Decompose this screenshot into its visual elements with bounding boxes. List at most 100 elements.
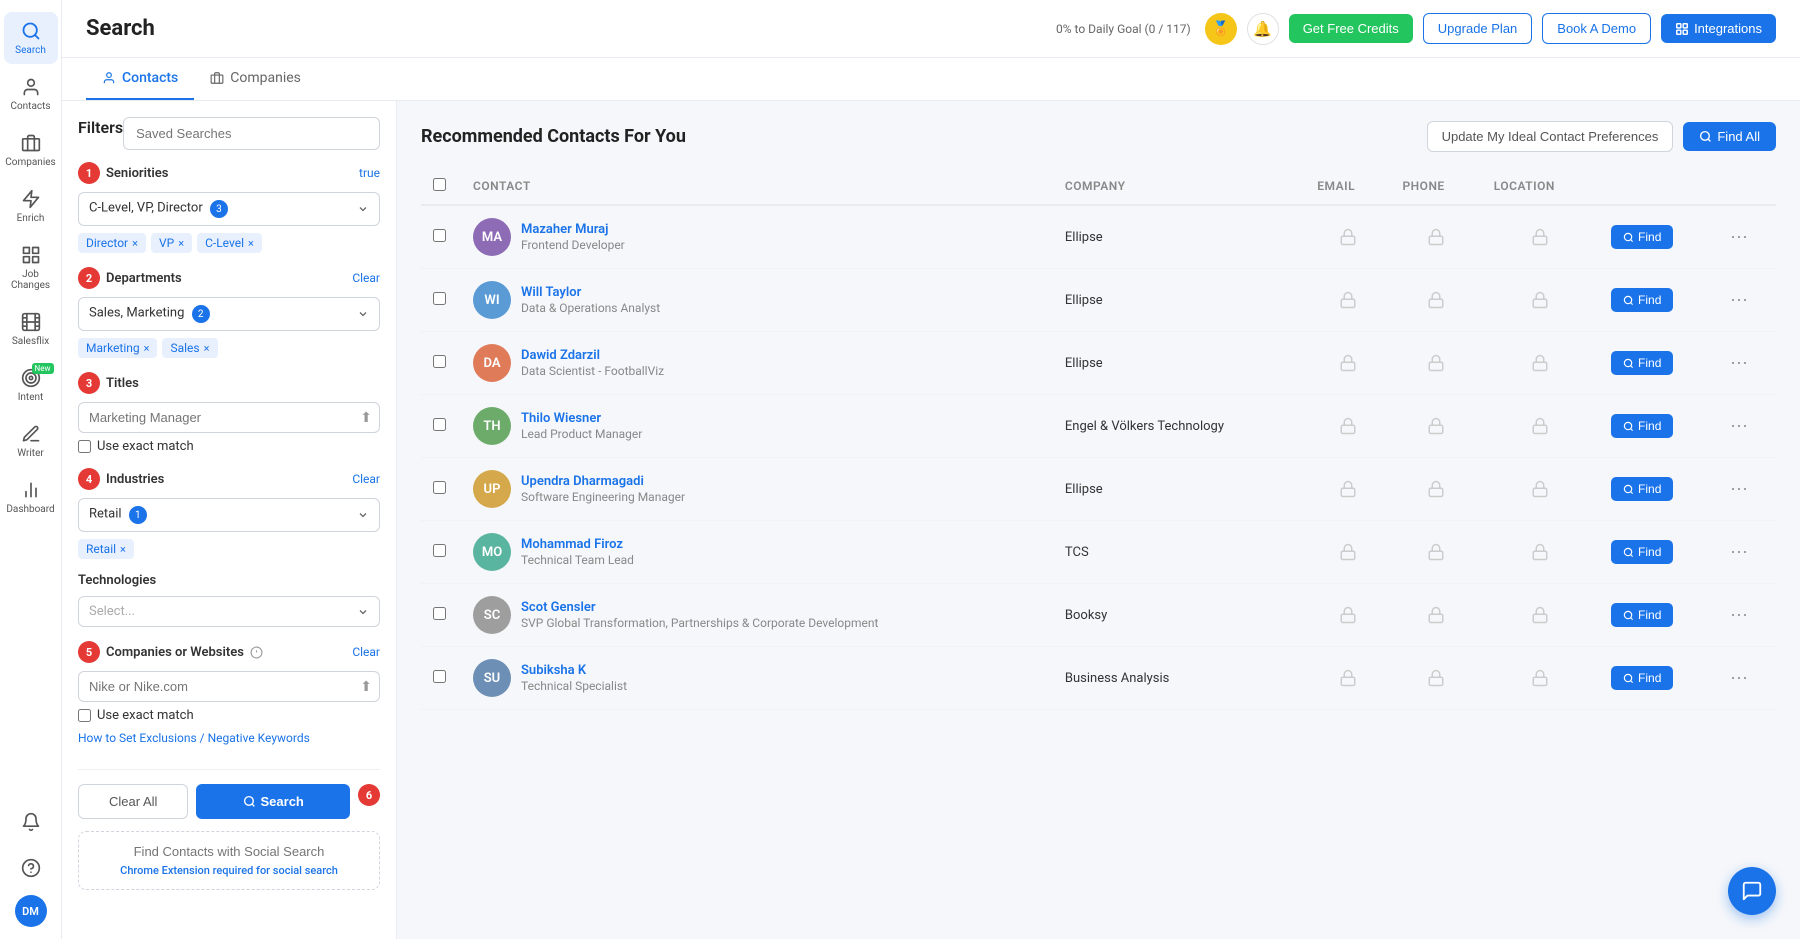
contact-name-5[interactable]: Mohammad Firoz <box>521 537 634 552</box>
clear-departments[interactable]: Clear <box>352 271 380 285</box>
sidebar-item-contacts[interactable]: Contacts <box>4 68 58 120</box>
contact-info-7: SU Subiksha K Technical Specialist <box>473 659 1041 697</box>
saved-searches-input[interactable] <box>123 117 380 150</box>
row-checkbox-3[interactable] <box>433 418 446 431</box>
remove-clevel[interactable]: × <box>248 237 254 250</box>
row-checkbox-4[interactable] <box>433 481 446 494</box>
search-icon <box>20 20 42 42</box>
filter-companies-websites: 5 Companies or Websites Clear ⬆ Use exac… <box>78 641 380 745</box>
sidebar-item-help[interactable] <box>4 849 58 887</box>
more-button-3[interactable]: ⋯ <box>1730 416 1748 437</box>
find-button-5[interactable]: Find <box>1611 540 1673 564</box>
sidebar-item-writer[interactable]: Writer <box>4 415 58 467</box>
more-button-6[interactable]: ⋯ <box>1730 605 1748 626</box>
remove-vp[interactable]: × <box>178 237 184 250</box>
contact-name-1[interactable]: Will Taylor <box>521 285 660 300</box>
contact-name-0[interactable]: Mazaher Muraj <box>521 222 625 237</box>
contact-name-2[interactable]: Dawid Zdarzil <box>521 348 664 363</box>
row-checkbox-7[interactable] <box>433 670 446 683</box>
more-button-0[interactable]: ⋯ <box>1730 227 1748 248</box>
dashboard-icon <box>20 479 42 501</box>
industries-select[interactable]: Retail 1 <box>78 498 380 532</box>
contact-title-6: SVP Global Transformation, Partnerships … <box>521 616 878 630</box>
results-actions: Update My Ideal Contact Preferences Find… <box>1427 121 1776 152</box>
find-button-7[interactable]: Find <box>1611 666 1673 690</box>
clear-all-button[interactable]: Clear All <box>78 784 188 819</box>
sidebar-item-enrich[interactable]: Enrich <box>4 180 58 232</box>
select-all-checkbox[interactable] <box>433 178 446 191</box>
companies-exact-checkbox[interactable] <box>78 709 91 722</box>
remove-sales[interactable]: × <box>204 342 210 355</box>
integrations-button[interactable]: Integrations <box>1661 14 1776 43</box>
row-checkbox-0[interactable] <box>433 229 446 242</box>
book-demo-button[interactable]: Book A Demo <box>1542 13 1651 44</box>
contact-name-4[interactable]: Upendra Dharmagadi <box>521 474 685 489</box>
find-button-0[interactable]: Find <box>1611 225 1673 249</box>
contact-name-7[interactable]: Subiksha K <box>521 663 627 678</box>
social-search-input[interactable] <box>91 844 367 859</box>
companies-input-wrap: ⬆ <box>78 671 380 702</box>
companies-input[interactable] <box>78 671 380 702</box>
sidebar-item-job-changes[interactable]: Job Changes <box>4 236 58 299</box>
search-button[interactable]: Search <box>196 784 350 819</box>
sidebar-item-salesflix[interactable]: Salesflix <box>4 303 58 355</box>
get-free-credits-button[interactable]: Get Free Credits <box>1289 14 1413 43</box>
sidebar-item-companies[interactable]: Companies <box>4 124 58 176</box>
step-3-badge: 3 <box>78 372 100 394</box>
sidebar-item-dashboard[interactable]: Dashboard <box>4 471 58 523</box>
find-button-4[interactable]: Find <box>1611 477 1673 501</box>
preferences-button[interactable]: Update My Ideal Contact Preferences <box>1427 121 1674 152</box>
clear-companies[interactable]: Clear <box>352 645 380 659</box>
companies-upload-icon[interactable]: ⬆ <box>360 679 372 695</box>
row-checkbox-1[interactable] <box>433 292 446 305</box>
departments-value: Sales, Marketing 2 <box>89 305 210 323</box>
row-checkbox-5[interactable] <box>433 544 446 557</box>
exclusion-link[interactable]: How to Set Exclusions / Negative Keyword… <box>78 731 380 745</box>
titles-exact-checkbox[interactable] <box>78 440 91 453</box>
more-button-4[interactable]: ⋯ <box>1730 479 1748 500</box>
row-checkbox-6[interactable] <box>433 607 446 620</box>
chat-button[interactable] <box>1728 867 1776 915</box>
row-checkbox-2[interactable] <box>433 355 446 368</box>
remove-retail[interactable]: × <box>120 543 126 556</box>
find-button-6[interactable]: Find <box>1611 603 1673 627</box>
phone-lock-0 <box>1402 228 1469 246</box>
remove-marketing[interactable]: × <box>144 342 150 355</box>
departments-select[interactable]: Sales, Marketing 2 <box>78 297 380 331</box>
upgrade-plan-button[interactable]: Upgrade Plan <box>1423 13 1533 44</box>
contact-name-6[interactable]: Scot Gensler <box>521 600 878 615</box>
email-lock-5 <box>1317 543 1378 561</box>
find-button-2[interactable]: Find <box>1611 351 1673 375</box>
email-lock-0 <box>1317 228 1378 246</box>
contact-name-3[interactable]: Thilo Wiesner <box>521 411 642 426</box>
clear-seniorities[interactable]: true <box>359 166 380 180</box>
more-button-1[interactable]: ⋯ <box>1730 290 1748 311</box>
contact-avatar-5: MO <box>473 533 511 571</box>
more-button-2[interactable]: ⋯ <box>1730 353 1748 374</box>
filter-titles-label: 3 Titles <box>78 372 139 394</box>
bell-button[interactable]: 🔔 <box>1247 13 1279 45</box>
seniorities-select[interactable]: C-Level, VP, Director 3 <box>78 192 380 226</box>
tab-contacts[interactable]: Contacts <box>86 58 194 100</box>
find-button-1[interactable]: Find <box>1611 288 1673 312</box>
find-button-3[interactable]: Find <box>1611 414 1673 438</box>
sidebar-item-notifications[interactable] <box>4 803 58 841</box>
sidebar-item-search[interactable]: Search <box>4 12 58 64</box>
more-button-5[interactable]: ⋯ <box>1730 542 1748 563</box>
contact-title-7: Technical Specialist <box>521 679 627 693</box>
technologies-select[interactable]: Select... <box>78 596 380 627</box>
user-avatar[interactable]: DM <box>15 895 47 927</box>
new-badge: New <box>32 363 54 374</box>
find-all-button[interactable]: Find All <box>1683 122 1776 151</box>
sidebar-item-intent[interactable]: Intent New <box>4 359 58 411</box>
writer-icon <box>20 423 42 445</box>
tab-companies[interactable]: Companies <box>194 58 317 100</box>
clear-industries[interactable]: Clear <box>352 472 380 486</box>
more-button-7[interactable]: ⋯ <box>1730 668 1748 689</box>
seniorities-value: C-Level, VP, Director 3 <box>89 200 228 218</box>
remove-director[interactable]: × <box>132 237 138 250</box>
step-1-badge: 1 <box>78 162 100 184</box>
contact-title-5: Technical Team Lead <box>521 553 634 567</box>
titles-upload-icon[interactable]: ⬆ <box>360 410 372 426</box>
titles-input[interactable] <box>78 402 380 433</box>
